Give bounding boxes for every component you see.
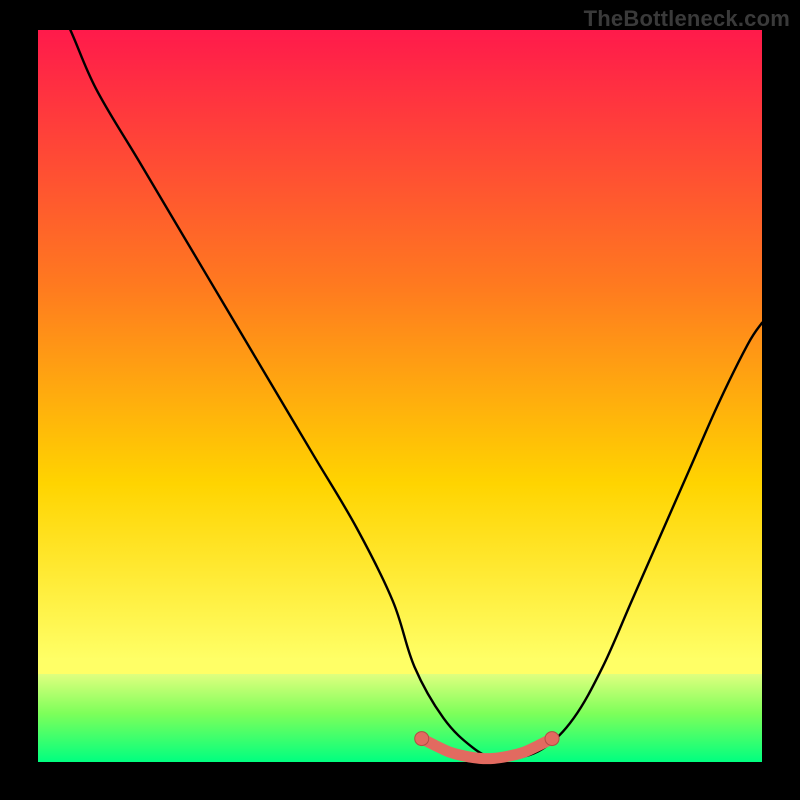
curve-line xyxy=(38,0,762,760)
bottleneck-curve xyxy=(38,30,762,762)
plot-area xyxy=(38,30,762,762)
chart-frame: TheBottleneck.com xyxy=(0,0,800,800)
marker-endpoint xyxy=(545,732,559,746)
watermark-text: TheBottleneck.com xyxy=(584,6,790,32)
marker-endpoint xyxy=(415,732,429,746)
optimal-range-marker xyxy=(422,739,552,759)
